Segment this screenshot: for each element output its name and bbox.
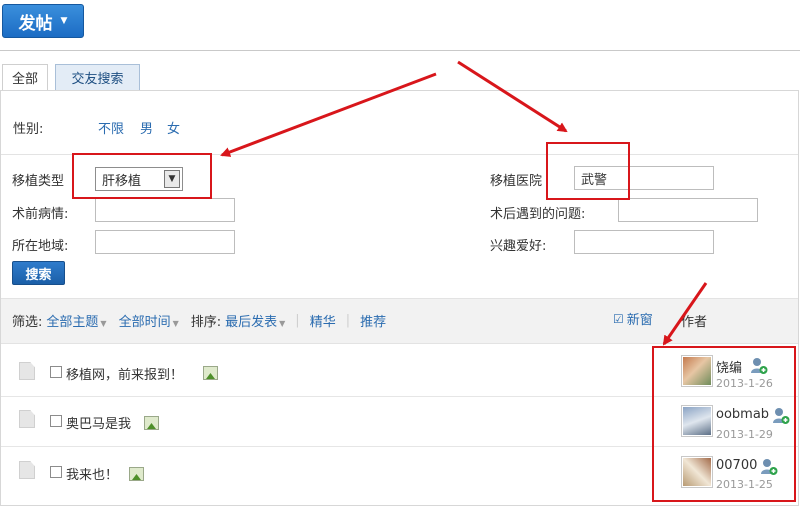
thread-title[interactable]: 我来也！ — [66, 464, 118, 483]
filter-controls: 筛选: 全部主题 ▼ 全部时间 ▼ 排序: 最后发表 ▼ | 精华 | 推荐 — [12, 311, 386, 330]
annotation-box-hospital — [546, 142, 630, 200]
gender-label: 性别: — [13, 122, 44, 137]
checkmark-icon[interactable]: ☑ — [613, 312, 624, 326]
all-time-dropdown[interactable]: 全部时间 ▼ — [119, 311, 179, 330]
tab-all[interactable]: 全部 — [2, 64, 48, 90]
separator: | — [345, 313, 351, 328]
last-post-label: 最后发表 — [225, 315, 278, 330]
chevron-down-icon: ▼ — [172, 319, 179, 328]
document-icon — [19, 362, 35, 380]
region-label: 所在地域: — [12, 239, 69, 254]
search-button[interactable]: 搜索 — [12, 261, 65, 285]
sort-label: 排序: — [190, 315, 222, 330]
post-button-label: 发帖 — [18, 13, 53, 34]
hobbies-input[interactable] — [574, 230, 714, 254]
tab-label: 全部 — [11, 72, 38, 87]
gender-option-any[interactable]: 不限 — [98, 118, 124, 137]
filter-label: 筛选: — [12, 315, 43, 330]
gender-option-male[interactable]: 男 — [140, 118, 153, 137]
annotation-box-authors — [652, 346, 796, 502]
gender-option-female[interactable]: 女 — [167, 118, 180, 137]
hospital-label: 移植医院 — [490, 174, 543, 189]
new-window-toggle[interactable]: ☑ 新窗 — [613, 309, 653, 329]
post-button[interactable]: 发帖 ▼ — [2, 4, 84, 38]
recommended-link[interactable]: 推荐 — [360, 311, 386, 330]
header-divider — [0, 50, 800, 51]
author-column-header: 作者 — [681, 315, 708, 330]
chevron-down-icon: ▼ — [279, 319, 286, 328]
post-problems-input[interactable] — [618, 198, 758, 222]
document-icon — [19, 410, 35, 428]
new-window-label: 新窗 — [626, 313, 653, 328]
post-problems-label: 术后遇到的问题: — [490, 207, 586, 222]
annotation-box-transplant-type — [72, 153, 212, 199]
chevron-down-icon: ▼ — [60, 16, 68, 26]
thread-title[interactable]: 奥巴马是我 — [66, 413, 131, 432]
tab-friend-search[interactable]: 交友搜索 — [55, 64, 140, 90]
pre-condition-input[interactable] — [95, 198, 235, 222]
all-time-label: 全部时间 — [118, 315, 171, 330]
thread-checkbox[interactable] — [50, 415, 62, 427]
image-attachment-icon — [129, 467, 144, 481]
all-topics-dropdown[interactable]: 全部主题 ▼ — [46, 311, 106, 330]
thread-checkbox[interactable] — [50, 466, 62, 478]
transplant-type-label: 移植类型 — [12, 174, 65, 189]
image-attachment-icon — [144, 416, 159, 430]
thread-title[interactable]: 移植网，前来报到！ — [66, 364, 183, 383]
last-post-dropdown[interactable]: 最后发表 ▼ — [225, 311, 285, 330]
image-attachment-icon — [203, 366, 218, 380]
pre-condition-label: 术前病情: — [12, 207, 69, 222]
hobbies-label: 兴趣爱好: — [490, 239, 547, 254]
all-topics-label: 全部主题 — [46, 315, 99, 330]
chevron-down-icon: ▼ — [100, 319, 107, 328]
document-icon — [19, 461, 35, 479]
featured-link[interactable]: 精华 — [310, 311, 336, 330]
thread-checkbox[interactable] — [50, 366, 62, 378]
region-input[interactable] — [95, 230, 235, 254]
separator: | — [295, 313, 300, 328]
tab-label: 交友搜索 — [71, 72, 124, 87]
